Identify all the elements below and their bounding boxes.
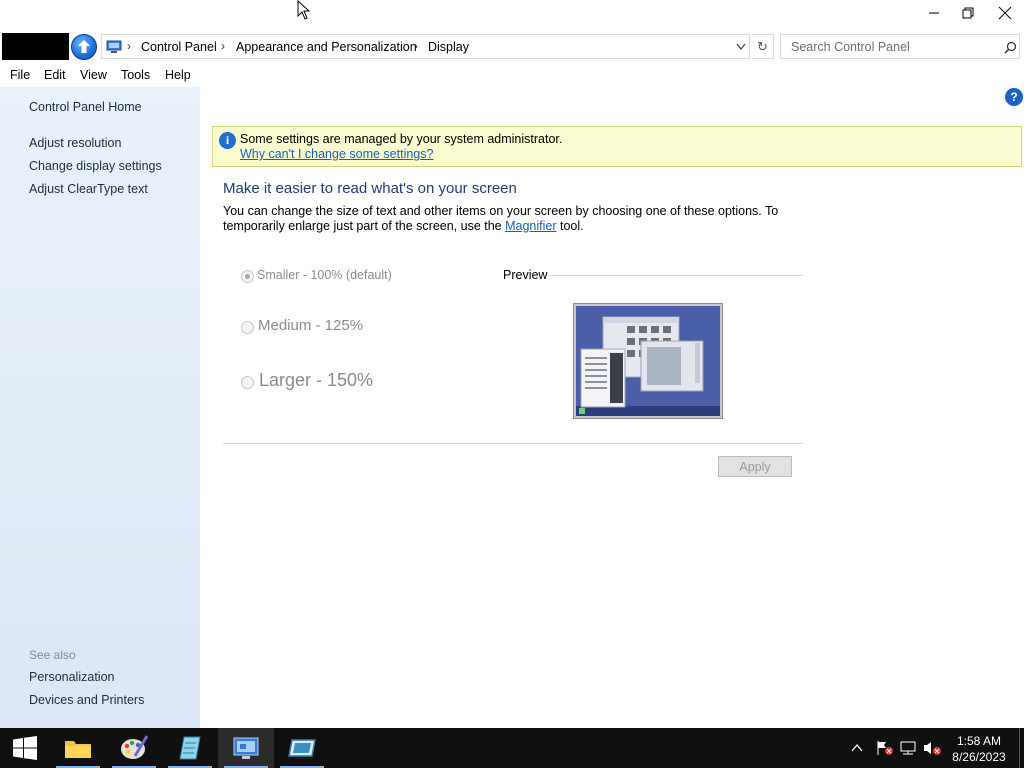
notepad-icon: [179, 736, 201, 760]
up-arrow-icon: [78, 40, 90, 53]
restore-button[interactable]: [949, 0, 986, 26]
left-navigation-pane: Control Panel Home Adjust resolution Cha…: [0, 87, 200, 728]
preview-label: Preview: [503, 268, 548, 282]
taskbar-remote-app[interactable]: [274, 728, 330, 768]
minimize-button[interactable]: [915, 0, 952, 26]
option-larger-label[interactable]: Larger - 150%: [259, 370, 373, 391]
chevron-right-icon: ›: [127, 39, 131, 53]
show-desktop-button[interactable]: [1019, 728, 1020, 768]
menu-file[interactable]: File: [10, 68, 30, 82]
menu-tools[interactable]: Tools: [121, 68, 150, 82]
menu-bar: File Edit View Tools Help: [0, 66, 1024, 86]
devices-printers-link[interactable]: Devices and Printers: [29, 693, 144, 707]
breadcrumb-control-panel[interactable]: Control Panel: [141, 40, 217, 54]
why-cant-change-link[interactable]: Why can't I change some settings?: [240, 147, 433, 161]
breadcrumb-appearance[interactable]: Appearance and Personalization: [236, 40, 417, 54]
desc-text: You can change the size of text and othe…: [223, 204, 779, 233]
folder-icon: [65, 741, 91, 758]
volume-muted-icon[interactable]: [922, 740, 942, 756]
preview-divider: [550, 275, 803, 276]
option-medium-label[interactable]: Medium - 125%: [258, 317, 363, 334]
menu-help[interactable]: Help: [165, 68, 191, 82]
breadcrumb-display[interactable]: Display: [428, 40, 469, 54]
control-panel-icon: [106, 40, 122, 53]
taskbar-paint[interactable]: [106, 728, 162, 768]
system-clock[interactable]: 1:58 AM 8/26/2023: [944, 733, 1014, 765]
control-panel-icon: [233, 737, 259, 759]
back-forward-buttons[interactable]: [2, 33, 69, 60]
radio-medium[interactable]: [241, 321, 254, 334]
adjust-cleartype-link[interactable]: Adjust ClearType text: [29, 182, 148, 196]
clock-date: 8/26/2023: [952, 750, 1006, 764]
taskbar-notepad[interactable]: [162, 728, 218, 768]
magnifier-link[interactable]: Magnifier: [505, 219, 556, 233]
apply-button[interactable]: Apply: [718, 456, 792, 477]
change-display-settings-link[interactable]: Change display settings: [29, 159, 162, 173]
chevron-up-icon[interactable]: [851, 743, 863, 753]
menu-view[interactable]: View: [80, 68, 107, 82]
display-preview-image: [573, 303, 723, 419]
desc-text-end: tool.: [556, 219, 584, 233]
chevron-right-icon: ›: [221, 39, 225, 53]
taskbar: 1:58 AM 8/26/2023: [0, 728, 1024, 768]
start-button[interactable]: [0, 728, 50, 768]
admin-info-bar: i Some settings are managed by your syst…: [212, 126, 1022, 167]
radio-larger[interactable]: [241, 376, 254, 389]
adjust-resolution-link[interactable]: Adjust resolution: [29, 136, 121, 150]
close-button[interactable]: [986, 0, 1023, 26]
option-smaller-label[interactable]: Smaller - 100% (default): [257, 268, 392, 282]
info-icon: i: [219, 132, 236, 149]
clock-time: 1:58 AM: [956, 734, 1002, 748]
help-icon[interactable]: ?: [1005, 88, 1023, 106]
up-button[interactable]: [71, 34, 97, 60]
address-bar[interactable]: › Control Panel › Appearance and Persona…: [101, 34, 750, 59]
chevron-down-icon[interactable]: [736, 43, 746, 51]
page-title: Make it easier to read what's on your sc…: [223, 180, 517, 197]
taskbar-file-explorer[interactable]: [50, 728, 106, 768]
personalization-link[interactable]: Personalization: [29, 670, 114, 684]
content-divider: [223, 443, 803, 444]
action-center-flag-icon[interactable]: [876, 740, 894, 756]
chevron-right-icon: ›: [414, 39, 418, 53]
see-also-heading: See also: [29, 648, 76, 662]
minimize-icon: [928, 12, 939, 14]
radio-smaller[interactable]: [241, 270, 254, 283]
restore-icon: [962, 7, 973, 19]
monitor-icon: [288, 739, 316, 757]
search-input[interactable]: [789, 38, 989, 56]
search-icon[interactable]: [1004, 41, 1017, 54]
refresh-button[interactable]: ↻: [752, 34, 774, 59]
windows-logo-icon: [13, 736, 37, 760]
page-description: You can change the size of text and othe…: [223, 204, 783, 234]
paint-palette-icon: [121, 735, 149, 759]
mouse-cursor-icon: [297, 0, 311, 20]
taskbar-control-panel[interactable]: [218, 728, 274, 768]
info-message: Some settings are managed by your system…: [240, 132, 563, 146]
search-box[interactable]: [780, 34, 1020, 59]
control-panel-home-link[interactable]: Control Panel Home: [29, 100, 142, 114]
close-icon: [998, 6, 1011, 20]
network-icon[interactable]: [899, 740, 917, 756]
title-bar: [0, 0, 1024, 30]
menu-edit[interactable]: Edit: [44, 68, 66, 82]
address-row: › Control Panel › Appearance and Persona…: [0, 32, 1024, 60]
refresh-icon: ↻: [757, 38, 768, 54]
